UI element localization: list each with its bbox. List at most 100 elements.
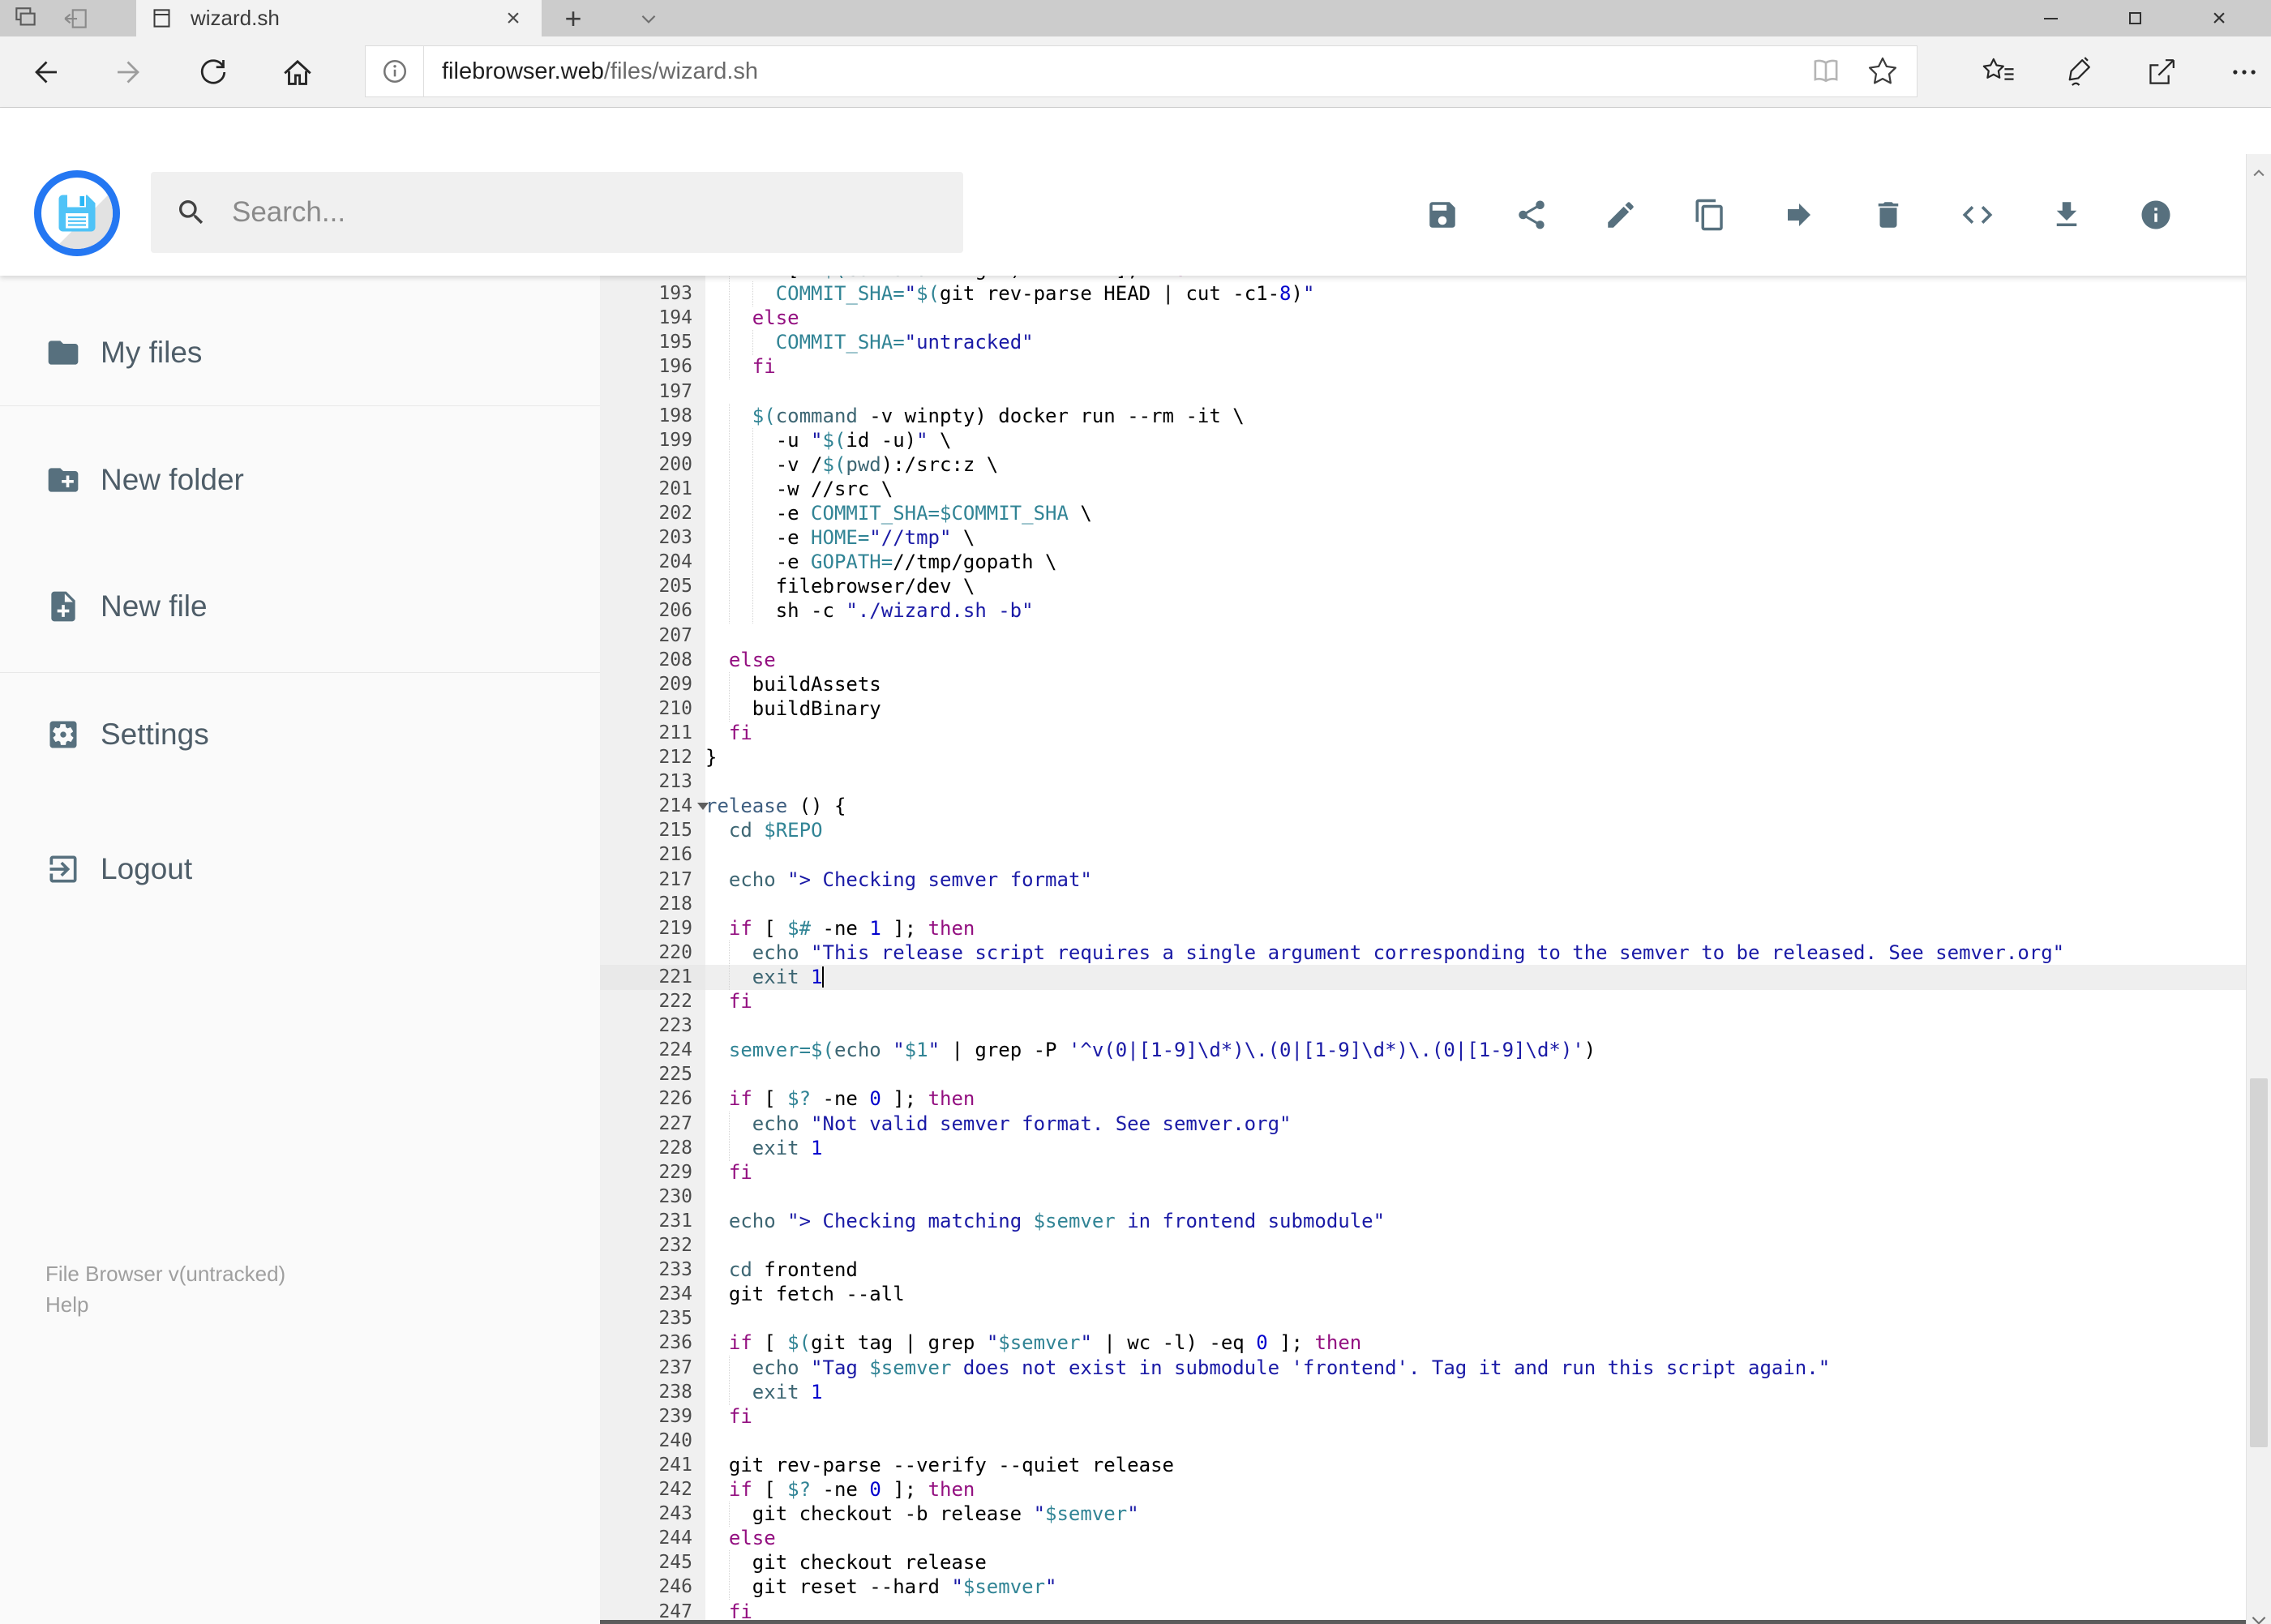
share-page-button[interactable]	[2145, 55, 2179, 89]
favorites-hub-button[interactable]	[1982, 55, 2016, 89]
tabs-menu-chevron-icon[interactable]	[634, 4, 663, 33]
code-line[interactable]	[705, 1062, 2246, 1087]
code-line[interactable]: fi	[705, 721, 2246, 746]
filebrowser-logo[interactable]	[34, 170, 120, 256]
site-info-icon[interactable]	[366, 46, 424, 96]
add-favorite-star-icon[interactable]	[1860, 49, 1905, 94]
code-line[interactable]: echo "> Checking matching $semver in fro…	[705, 1209, 2246, 1234]
move-button[interactable]	[1781, 197, 1817, 233]
sidebar-item-my-files[interactable]: My files	[0, 308, 600, 397]
code-line[interactable]: fi	[705, 1404, 2246, 1429]
code-line[interactable]: else	[705, 648, 2246, 673]
refresh-button[interactable]	[196, 55, 230, 89]
code-line[interactable]: -w //src \	[705, 476, 2246, 502]
code-line[interactable]: fi	[705, 1160, 2246, 1185]
help-link[interactable]: Help	[45, 1289, 285, 1320]
code-line[interactable]: git checkout -b release "$semver"	[705, 1502, 2246, 1528]
code-line[interactable]	[705, 623, 2246, 649]
set-tabs-aside-icon[interactable]	[62, 4, 91, 33]
app-version-link[interactable]: File Browser v(untracked)	[45, 1258, 285, 1289]
rename-button[interactable]	[1603, 197, 1639, 233]
delete-button[interactable]	[1870, 197, 1906, 233]
sidebar-item-new-folder[interactable]: New folder	[0, 435, 600, 525]
code-line[interactable]: exit 1	[705, 964, 2246, 990]
code-line[interactable]: git checkout release	[705, 1550, 2246, 1576]
code-line[interactable]: COMMIT_SHA="untracked"	[705, 330, 2246, 356]
download-button[interactable]	[2049, 197, 2085, 233]
code-line[interactable]: git rev-parse --verify --quiet release	[705, 1453, 2246, 1478]
code-line[interactable]: -v /$(pwd):/src:z \	[705, 452, 2246, 478]
code-line[interactable]: $(command -v winpty) docker run --rm -it…	[705, 403, 2246, 429]
code-line[interactable]: exit 1	[705, 1379, 2246, 1405]
code-line[interactable]: sh -c "./wizard.sh -b"	[705, 598, 2246, 624]
code-line[interactable]: git fetch --all	[705, 1282, 2246, 1307]
code-line[interactable]: }	[705, 745, 2246, 770]
code-line[interactable]: git reset --hard "$semver"	[705, 1575, 2246, 1600]
code-line[interactable]: echo "Not valid semver format. See semve…	[705, 1111, 2246, 1137]
forward-button[interactable]	[113, 55, 147, 89]
scrollbar-thumb[interactable]	[2250, 1078, 2268, 1447]
more-options-button[interactable]	[2227, 55, 2261, 89]
code-line[interactable]	[705, 1429, 2246, 1454]
info-button[interactable]	[2138, 197, 2174, 233]
address-bar[interactable]: filebrowser.web/files/wizard.sh	[365, 45, 1917, 97]
window-minimize-button[interactable]	[2008, 0, 2093, 36]
scrollbar-up-icon[interactable]	[2247, 159, 2271, 188]
save-button[interactable]	[1425, 197, 1460, 233]
code-line[interactable]: if [ $# -ne 1 ]; then	[705, 916, 2246, 941]
scrollbar-down-icon[interactable]	[2247, 1605, 2271, 1624]
code-line[interactable]: cd $REPO	[705, 818, 2246, 843]
new-tab-button[interactable]: +	[558, 2, 589, 35]
code-line[interactable]: if [ $? -ne 0 ]; then	[705, 1086, 2246, 1112]
annotate-pen-button[interactable]	[2060, 55, 2094, 89]
code-line[interactable]: if [ $? -ne 0 ]; then	[705, 1477, 2246, 1502]
code-line[interactable]: fi	[705, 354, 2246, 380]
tab-previews-icon[interactable]	[11, 4, 41, 33]
code-line[interactable]: -u "$(id -u)" \	[705, 427, 2246, 453]
code-line[interactable]: COMMIT_SHA="$(git rev-parse HEAD | cut -…	[705, 281, 2246, 307]
code-line[interactable]	[705, 1306, 2246, 1331]
page-scrollbar[interactable]	[2246, 154, 2271, 1624]
code-line[interactable]: semver=$(echo "$1" | grep -P '^v(0|[1-9]…	[705, 1038, 2246, 1063]
back-button[interactable]	[28, 55, 62, 89]
code-editor[interactable]: 1921931941951961971981992002012022032042…	[600, 276, 2246, 1624]
search-bar[interactable]	[151, 172, 963, 253]
code-line[interactable]: echo "Tag $semver does not exist in subm…	[705, 1355, 2246, 1381]
code-line[interactable]	[705, 379, 2246, 405]
code-line[interactable]: -e HOME="//tmp" \	[705, 525, 2246, 551]
search-input[interactable]	[232, 196, 881, 229]
code-line[interactable]: fi	[705, 989, 2246, 1014]
code-line[interactable]: filebrowser/dev \	[705, 574, 2246, 600]
code-line[interactable]	[705, 1013, 2246, 1039]
source-button[interactable]	[1960, 197, 1995, 233]
window-maximize-button[interactable]	[2093, 0, 2177, 36]
code-line[interactable]: if [ $(git tag | grep "$semver" | wc -l)…	[705, 1330, 2246, 1356]
code-line[interactable]: echo "This release script requires a sin…	[705, 940, 2246, 966]
code-line[interactable]: -e GOPATH=//tmp/gopath \	[705, 550, 2246, 576]
code-line[interactable]: buildAssets	[705, 671, 2246, 697]
sidebar-item-settings[interactable]: Settings	[0, 690, 600, 779]
code-line[interactable]: echo "> Checking semver format"	[705, 868, 2246, 893]
code-line[interactable]: cd frontend	[705, 1258, 2246, 1283]
code-line[interactable]: else	[705, 306, 2246, 332]
sidebar-item-new-file[interactable]: New file	[0, 562, 600, 651]
url-text[interactable]: filebrowser.web/files/wizard.sh	[442, 58, 1803, 85]
copy-button[interactable]	[1692, 197, 1728, 233]
tab-wizard-sh[interactable]: wizard.sh ×	[136, 0, 542, 36]
close-tab-icon[interactable]: ×	[499, 5, 527, 32]
share-button[interactable]	[1514, 197, 1549, 233]
code-line[interactable]: exit 1	[705, 1135, 2246, 1161]
code-line[interactable]: release () {	[705, 794, 2246, 819]
code-line[interactable]	[705, 892, 2246, 917]
window-close-button[interactable]: ×	[2177, 0, 2261, 36]
code-line[interactable]: else	[705, 1526, 2246, 1551]
code-line[interactable]: -e COMMIT_SHA=$COMMIT_SHA \	[705, 501, 2246, 526]
code-line[interactable]	[705, 842, 2246, 868]
code-line[interactable]	[705, 1233, 2246, 1258]
reading-view-button[interactable]	[1803, 49, 1849, 94]
fold-arrow-icon[interactable]	[697, 803, 709, 811]
code-line[interactable]	[705, 769, 2246, 795]
code-line[interactable]	[705, 1185, 2246, 1210]
home-button[interactable]	[281, 55, 315, 89]
sidebar-item-logout[interactable]: Logout	[0, 825, 600, 914]
